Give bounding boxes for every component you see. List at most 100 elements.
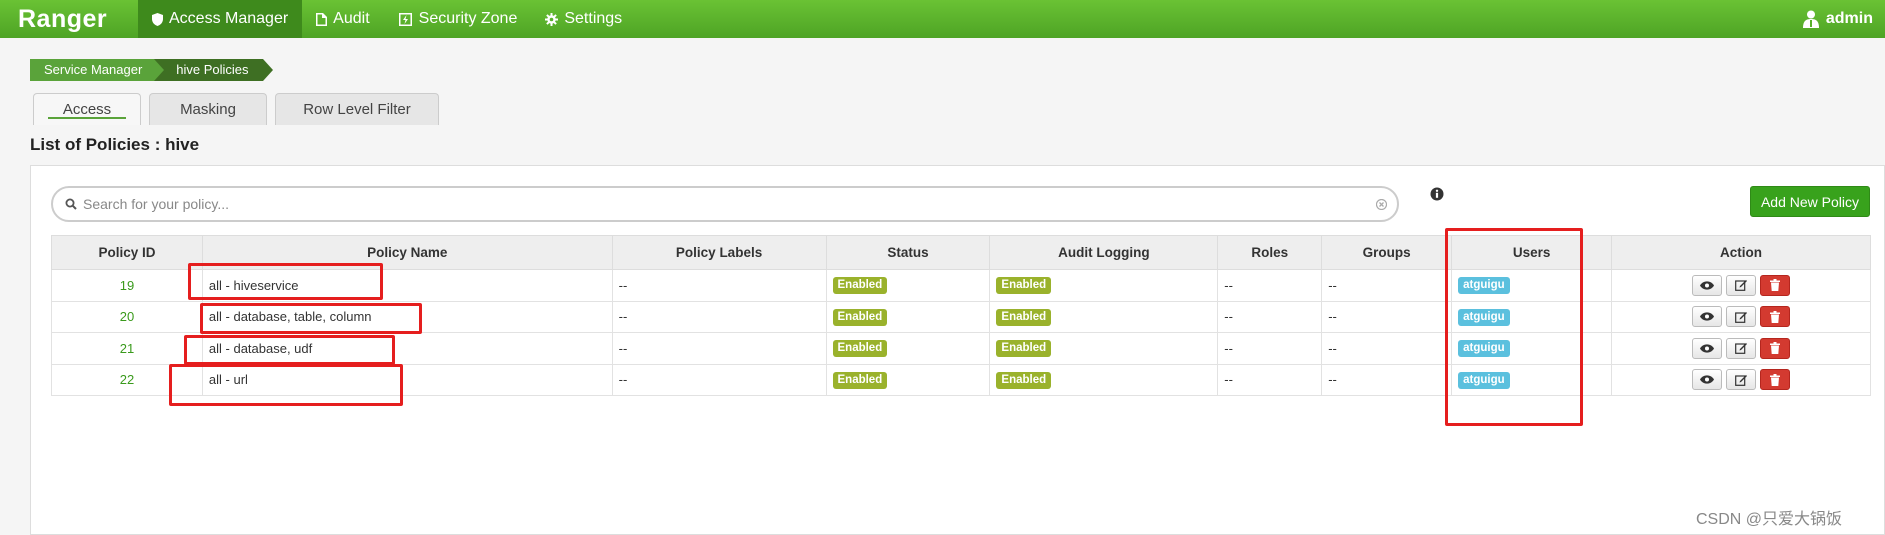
delete-button[interactable]	[1760, 337, 1791, 359]
audit-badge: Enabled	[996, 371, 1052, 389]
search-box[interactable]	[51, 186, 1399, 222]
eye-icon	[1700, 375, 1715, 384]
view-button[interactable]	[1692, 369, 1723, 391]
user-menu[interactable]: admin	[1802, 0, 1873, 38]
highlight-box	[169, 364, 403, 406]
breadcrumb: Service Manager hive Policies	[30, 59, 273, 81]
edit-button[interactable]	[1726, 274, 1757, 296]
groups-cell: --	[1321, 269, 1453, 302]
breadcrumb-service-manager[interactable]: Service Manager	[30, 59, 165, 81]
column-header: Action	[1611, 235, 1871, 270]
status-cell: Enabled	[825, 363, 991, 396]
delete-button[interactable]	[1760, 274, 1791, 296]
nav-label: Settings	[564, 10, 623, 27]
breadcrumb-hive-policies[interactable]: hive Policies	[154, 59, 273, 81]
eye-icon	[1700, 281, 1715, 290]
trash-icon	[1770, 342, 1781, 355]
audit-cell: Enabled	[989, 269, 1219, 302]
highlight-box	[200, 303, 422, 334]
tab-masking[interactable]: Masking	[149, 93, 267, 125]
watermark: CSDN @只爱大锅饭	[1696, 511, 1843, 528]
trash-icon	[1770, 373, 1781, 386]
audit-badge: Enabled	[996, 277, 1052, 295]
policy-tabs: Access Masking Row Level Filter	[33, 93, 439, 125]
column-header: Audit Logging	[989, 235, 1219, 270]
search-icon	[65, 198, 77, 210]
edit-icon	[1735, 280, 1748, 292]
nav-settings[interactable]: Settings	[531, 0, 636, 38]
edit-button[interactable]	[1726, 369, 1757, 391]
eye-icon	[1700, 344, 1715, 353]
column-header: Roles	[1217, 235, 1323, 270]
view-button[interactable]	[1692, 306, 1723, 328]
info-icon[interactable]	[1430, 187, 1444, 201]
highlight-box	[184, 335, 395, 365]
policy-labels: --	[611, 300, 827, 333]
nav-audit[interactable]: Audit	[302, 0, 383, 38]
view-button[interactable]	[1692, 337, 1723, 359]
edit-icon	[1735, 343, 1748, 355]
eye-icon	[1700, 312, 1715, 321]
status-badge: Enabled	[832, 277, 888, 295]
trash-icon	[1770, 310, 1781, 323]
audit-badge: Enabled	[996, 340, 1052, 358]
nav-label: Access Manager	[169, 10, 289, 27]
policy-labels: --	[611, 332, 827, 365]
nav-access-manager[interactable]: Access Manager	[138, 0, 303, 38]
tab-row-level-filter[interactable]: Row Level Filter	[275, 93, 439, 125]
groups-cell: --	[1321, 332, 1453, 365]
status-badge: Enabled	[832, 308, 888, 326]
audit-cell: Enabled	[989, 363, 1219, 396]
policy-labels: --	[611, 363, 827, 396]
policy-labels: --	[611, 269, 827, 302]
audit-cell: Enabled	[989, 300, 1219, 333]
action-cell	[1611, 332, 1871, 365]
status-badge: Enabled	[832, 340, 888, 358]
policy-id-link[interactable]: 21	[51, 332, 203, 365]
view-button[interactable]	[1692, 274, 1723, 296]
delete-button[interactable]	[1760, 306, 1791, 328]
highlight-box	[188, 263, 383, 300]
clear-icon[interactable]	[1376, 198, 1387, 210]
action-cell	[1611, 300, 1871, 333]
shield-icon	[152, 12, 163, 26]
audit-cell: Enabled	[989, 332, 1219, 365]
add-new-policy-button[interactable]: Add New Policy	[1750, 186, 1870, 217]
highlight-box	[1445, 228, 1583, 426]
delete-button[interactable]	[1760, 369, 1791, 391]
edit-button[interactable]	[1726, 306, 1757, 328]
status-badge: Enabled	[832, 371, 888, 389]
roles-cell: --	[1217, 269, 1323, 302]
nav-label: Audit	[333, 10, 370, 27]
file-icon	[316, 12, 328, 26]
roles-cell: --	[1217, 332, 1323, 365]
status-cell: Enabled	[825, 332, 991, 365]
policy-id-link[interactable]: 20	[51, 300, 203, 333]
page-title: List of Policies : hive	[30, 135, 200, 154]
gear-icon	[545, 12, 559, 26]
nav-security-zone[interactable]: Security Zone	[384, 0, 532, 38]
nav-label: Security Zone	[418, 10, 518, 27]
brand-logo[interactable]: Ranger	[0, 5, 138, 34]
column-header[interactable]: Policy ID	[51, 235, 203, 270]
username: admin	[1825, 10, 1873, 27]
trash-icon	[1770, 279, 1781, 292]
policy-id-link[interactable]: 19	[51, 269, 203, 302]
tab-access[interactable]: Access	[33, 93, 141, 125]
search-input[interactable]	[83, 196, 1370, 212]
status-cell: Enabled	[825, 300, 991, 333]
roles-cell: --	[1217, 363, 1323, 396]
top-navbar: Ranger Access Manager Audit Security Zon…	[0, 0, 1885, 38]
column-header: Policy Labels	[611, 235, 827, 270]
user-icon	[1802, 10, 1819, 28]
column-header: Status	[825, 235, 991, 270]
groups-cell: --	[1321, 363, 1453, 396]
action-cell	[1611, 363, 1871, 396]
edit-icon	[1735, 311, 1748, 323]
action-cell	[1611, 269, 1871, 302]
edit-icon	[1735, 374, 1748, 386]
edit-button[interactable]	[1726, 337, 1757, 359]
bolt-icon	[398, 12, 412, 26]
column-header: Groups	[1321, 235, 1453, 270]
groups-cell: --	[1321, 300, 1453, 333]
